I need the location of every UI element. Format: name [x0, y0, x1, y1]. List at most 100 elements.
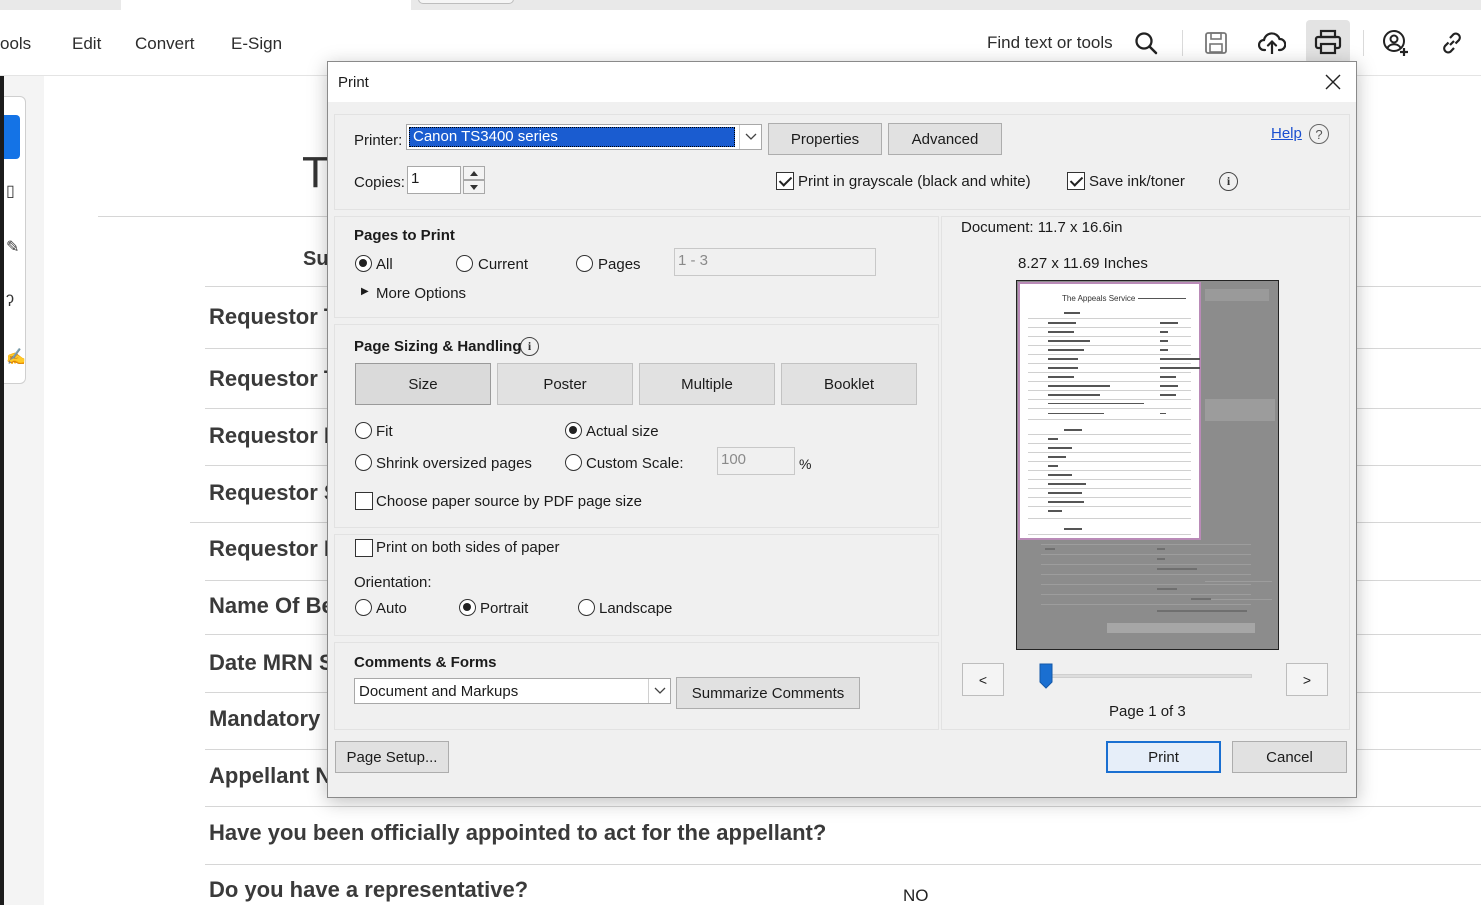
custom-scale-label: Custom Scale:: [586, 455, 684, 472]
page-range-input[interactable]: 1 - 3: [674, 248, 876, 276]
radio-page-range[interactable]: [576, 255, 593, 272]
printer-select[interactable]: Canon TS3400 series: [406, 124, 762, 150]
selected-tool-icon[interactable]: [4, 115, 20, 159]
preview-row-line: [1028, 497, 1191, 498]
percent-sign: %: [799, 456, 812, 472]
page-indicator: Page 1 of 3: [1109, 703, 1186, 720]
preview-row-line: [1028, 479, 1191, 480]
preview-text-line: [1160, 331, 1168, 333]
document-row-label: Requestor T: [209, 304, 338, 329]
dialog-title: Print: [338, 74, 369, 91]
preview-row-line: [1028, 390, 1191, 391]
next-page-button[interactable]: >: [1286, 663, 1328, 696]
radio-actual-size[interactable]: [565, 422, 582, 439]
preview-text-line: [1160, 394, 1176, 396]
decrement-icon[interactable]: [463, 180, 485, 194]
add-user-icon[interactable]: [1381, 28, 1411, 58]
tab-multiple[interactable]: Multiple: [639, 363, 775, 405]
expand-triangle-icon[interactable]: ▶: [361, 286, 369, 297]
preview-text-line: [1048, 456, 1066, 458]
radio-fit[interactable]: [355, 422, 372, 439]
tab-booklet[interactable]: Booklet: [781, 363, 917, 405]
preview-text-line: [1048, 349, 1084, 351]
pen-tool-icon[interactable]: ✎: [6, 237, 20, 257]
orientation-portrait-label: Portrait: [480, 600, 529, 617]
preview-text-line: [1048, 413, 1104, 414]
printer-value: Canon TS3400 series: [409, 127, 735, 147]
preview-text-line: [1160, 413, 1166, 414]
previous-page-button[interactable]: <: [962, 663, 1004, 696]
both-sides-checkbox[interactable]: [355, 539, 373, 557]
shrink-oversized-label: Shrink oversized pages: [376, 455, 532, 472]
close-icon[interactable]: [1320, 70, 1346, 94]
radio-orientation-landscape[interactable]: [578, 599, 595, 616]
more-options-toggle[interactable]: More Options: [376, 285, 466, 302]
increment-icon[interactable]: [463, 166, 485, 180]
page-range-label: Pages: [598, 256, 641, 273]
preview-row-line: [1028, 381, 1191, 382]
info-icon[interactable]: i: [1219, 172, 1238, 191]
preview-text-line: [1048, 367, 1078, 369]
sign-tool-icon[interactable]: ✍: [6, 347, 26, 367]
menu-convert[interactable]: Convert: [135, 34, 195, 54]
preview-row-line: [1028, 434, 1191, 435]
summarize-comments-button[interactable]: Summarize Comments: [676, 677, 860, 709]
grayscale-checkbox[interactable]: [776, 172, 794, 190]
preview-row-line: [1028, 318, 1191, 319]
info-icon[interactable]: i: [520, 337, 539, 356]
paper-source-checkbox[interactable]: [355, 492, 373, 510]
pages-to-print-heading: Pages to Print: [354, 227, 455, 244]
tab-poster[interactable]: Poster: [497, 363, 633, 405]
orientation-label: Orientation:: [354, 574, 432, 591]
advanced-button[interactable]: Advanced: [888, 123, 1002, 155]
tab-size[interactable]: Size: [355, 363, 491, 405]
radio-custom-scale[interactable]: [565, 454, 582, 471]
preview-text-line: [1160, 376, 1176, 378]
page-setup-button[interactable]: Page Setup...: [335, 741, 449, 773]
radio-orientation-auto[interactable]: [355, 599, 372, 616]
preview-text-line: [1160, 358, 1200, 360]
properties-button[interactable]: Properties: [768, 123, 882, 155]
preview-row-line: [1028, 534, 1191, 535]
print-button[interactable]: Print: [1106, 741, 1221, 773]
preview-text-line: [1048, 438, 1058, 440]
custom-scale-input[interactable]: 100: [717, 447, 795, 475]
preview-row-line: [1028, 461, 1191, 462]
preview-footer-band: [1107, 623, 1255, 633]
upload-cloud-icon[interactable]: [1257, 28, 1287, 58]
menu-all-tools[interactable]: ools: [0, 34, 31, 54]
save-ink-checkbox[interactable]: [1067, 172, 1085, 190]
menu-edit[interactable]: Edit: [72, 34, 101, 54]
search-icon[interactable]: [1131, 28, 1161, 58]
comment-tool-icon[interactable]: ▯: [6, 181, 20, 201]
page-slider-thumb[interactable]: [1039, 663, 1053, 689]
help-link[interactable]: Help: [1271, 125, 1302, 142]
copies-stepper[interactable]: [463, 166, 485, 194]
comments-forms-select[interactable]: Document and Markups: [354, 678, 671, 704]
preview-page-heading: The Appeals Service: [1062, 294, 1136, 303]
lasso-tool-icon[interactable]: ʔ: [6, 293, 20, 313]
document-size-label: Document: 11.7 x 16.6in: [961, 219, 1123, 236]
radio-current-page[interactable]: [456, 255, 473, 272]
find-text-or-tools[interactable]: Find text or tools: [987, 33, 1113, 53]
copies-input[interactable]: 1: [407, 166, 461, 194]
help-icon[interactable]: ?: [1309, 124, 1329, 144]
tab-handle[interactable]: [418, 0, 514, 4]
chevron-down-icon[interactable]: [739, 125, 761, 149]
preview-text-line: [1138, 298, 1186, 299]
active-tab[interactable]: [121, 0, 411, 10]
print-icon[interactable]: [1306, 20, 1350, 64]
cancel-button[interactable]: Cancel: [1232, 741, 1347, 773]
toolbar-divider: [1182, 30, 1183, 56]
page-slider-track[interactable]: [1040, 674, 1252, 678]
menu-esign[interactable]: E-Sign: [231, 34, 282, 54]
radio-orientation-portrait[interactable]: [459, 599, 476, 616]
paper-source-label: Choose paper source by PDF page size: [376, 493, 642, 510]
dialog-titlebar: Print: [328, 62, 1356, 102]
chevron-down-icon[interactable]: [648, 679, 670, 703]
save-icon[interactable]: [1201, 28, 1231, 58]
link-icon[interactable]: [1437, 28, 1467, 58]
radio-all-pages[interactable]: [355, 255, 372, 272]
document-row-label: Date MRN S: [209, 650, 334, 675]
radio-shrink-oversized[interactable]: [355, 454, 372, 471]
